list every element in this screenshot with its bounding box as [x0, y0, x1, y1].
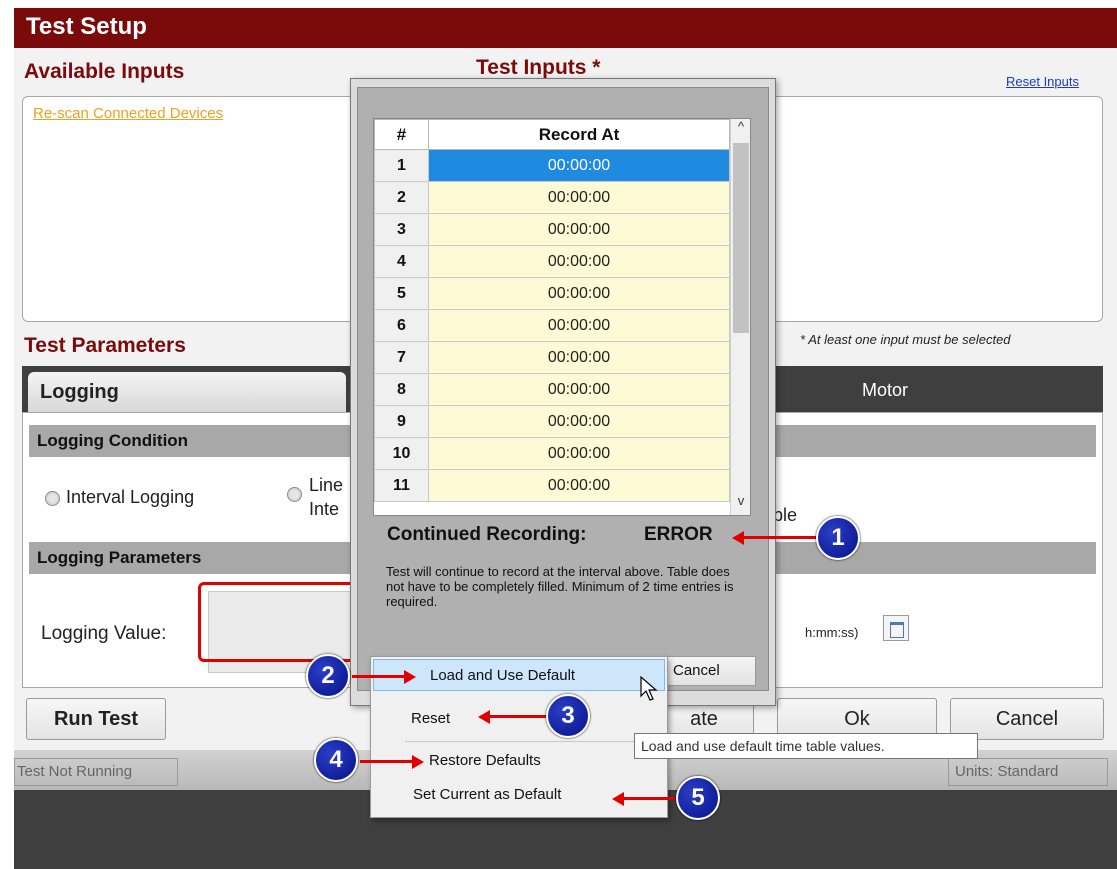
callout-badge-5: 5 — [676, 776, 720, 820]
row-number: 7 — [374, 341, 429, 374]
row-number: 1 — [374, 149, 429, 182]
callout-arrow-line — [624, 797, 678, 800]
record-time-cell[interactable]: 00:00:00 — [428, 469, 730, 502]
record-time-cell[interactable]: 00:00:00 — [428, 437, 730, 470]
test-parameters-header: Test Parameters — [24, 334, 186, 357]
table-row[interactable]: 5 00:00:00 — [374, 277, 730, 310]
table-row[interactable]: 6 00:00:00 — [374, 309, 730, 342]
callout-arrowhead-icon — [412, 755, 424, 769]
time-table-popup: # Record At 1 00:00:00 2 00:00:00 3 00:00:0… — [350, 78, 776, 706]
record-time-cell[interactable]: 00:00:00 — [428, 213, 730, 246]
units-status-text: Units: Standard — [948, 758, 1108, 786]
callout-badge-2: 2 — [306, 654, 350, 698]
available-inputs-header: Available Inputs — [24, 60, 185, 83]
menu-separator — [405, 741, 663, 742]
menu-item-load-default[interactable]: Load and Use Default — [373, 659, 665, 691]
row-number: 4 — [374, 245, 429, 278]
scroll-up-icon[interactable]: ^ — [731, 119, 750, 139]
interval-logging-label: Interval Logging — [66, 487, 195, 507]
logging-value-label: Logging Value: — [41, 623, 167, 644]
callout-arrowhead-icon — [404, 670, 416, 684]
row-number: 10 — [374, 437, 429, 470]
callout-arrow-line — [744, 536, 816, 539]
interval-logging-radio[interactable]: Interval Logging — [45, 487, 194, 508]
column-header-number: # — [374, 119, 429, 150]
continued-recording-value: ERROR — [644, 524, 713, 545]
callout-arrow-line — [360, 760, 412, 763]
record-time-cell[interactable]: 00:00:00 — [428, 245, 730, 278]
table-row[interactable]: 3 00:00:00 — [374, 213, 730, 246]
time-table-grid[interactable]: # Record At 1 00:00:00 2 00:00:00 3 00:00:0… — [373, 118, 751, 516]
record-time-cell[interactable]: 00:00:00 — [428, 277, 730, 310]
time-table-icon[interactable] — [883, 615, 909, 641]
table-scrollbar[interactable]: ^ v — [730, 119, 750, 515]
record-time-cell[interactable]: 00:00:00 — [428, 309, 730, 342]
row-number: 11 — [374, 469, 429, 502]
callout-arrow-line — [490, 715, 548, 718]
row-number: 2 — [374, 181, 429, 214]
callout-arrow-line — [352, 675, 404, 678]
record-time-cell[interactable]: 00:00:00 — [428, 149, 730, 182]
table-row[interactable]: 1 00:00:00 — [374, 149, 730, 182]
row-number: 3 — [374, 213, 429, 246]
table-option-label: ble — [773, 505, 798, 525]
callout-badge-4: 4 — [314, 738, 358, 782]
linear-interval-radio[interactable]: Line Inte — [287, 473, 357, 521]
input-required-note: * At least one input must be selected — [800, 332, 1011, 347]
window-title: Test Setup — [14, 8, 1117, 48]
callout-arrowhead-icon — [732, 531, 744, 545]
callout-arrowhead-icon — [478, 710, 490, 724]
table-row[interactable]: 4 00:00:00 — [374, 245, 730, 278]
record-time-cell[interactable]: 00:00:00 — [428, 373, 730, 406]
menu-item-reset[interactable]: Reset — [373, 703, 665, 735]
record-time-cell[interactable]: 00:00:00 — [428, 405, 730, 438]
mouse-cursor-icon — [640, 676, 658, 701]
rescan-devices-link[interactable]: Re-scan Connected Devices — [33, 105, 223, 122]
column-header-record-at: Record At — [428, 119, 730, 150]
time-table-help-text: Test will continue to record at the inte… — [386, 564, 734, 609]
table-row[interactable]: 10 00:00:00 — [374, 437, 730, 470]
reset-inputs-link[interactable]: Reset Inputs — [1006, 74, 1079, 89]
radio-circle-icon — [45, 490, 60, 506]
table-row[interactable]: 9 00:00:00 — [374, 405, 730, 438]
row-number: 8 — [374, 373, 429, 406]
test-inputs-header: Test Inputs * — [476, 56, 601, 79]
tab-motor[interactable]: Motor — [862, 380, 908, 401]
record-time-cell[interactable]: 00:00:00 — [428, 341, 730, 374]
time-table: # Record At 1 00:00:00 2 00:00:00 3 00:00:0… — [374, 119, 730, 502]
scroll-down-icon[interactable]: v — [731, 493, 750, 513]
callout-badge-1: 1 — [816, 516, 860, 560]
callout-arrowhead-icon — [612, 792, 624, 806]
tab-logging[interactable]: Logging — [28, 372, 346, 412]
tooltip: Load and use default time table values. — [634, 733, 978, 759]
run-test-button[interactable]: Run Test — [26, 698, 166, 740]
table-row[interactable]: 8 00:00:00 — [374, 373, 730, 406]
record-time-cell[interactable]: 00:00:00 — [428, 181, 730, 214]
radio-circle-icon — [287, 487, 302, 502]
callout-badge-3: 3 — [546, 694, 590, 738]
row-number: 5 — [374, 277, 429, 310]
scroll-thumb[interactable] — [733, 143, 749, 333]
popup-cancel-button[interactable]: Cancel — [666, 656, 756, 686]
table-row[interactable]: 11 00:00:00 — [374, 469, 730, 502]
continued-recording-label: Continued Recording: — [387, 524, 587, 545]
time-table-panel: # Record At 1 00:00:00 2 00:00:00 3 00:00:0… — [357, 87, 769, 691]
row-number: 6 — [374, 309, 429, 342]
time-format-hint: h:mm:ss) — [805, 625, 859, 640]
table-row[interactable]: 2 00:00:00 — [374, 181, 730, 214]
row-number: 9 — [374, 405, 429, 438]
table-row[interactable]: 7 00:00:00 — [374, 341, 730, 374]
test-status-text: Test Not Running — [14, 758, 178, 786]
highlight-box — [198, 582, 352, 662]
